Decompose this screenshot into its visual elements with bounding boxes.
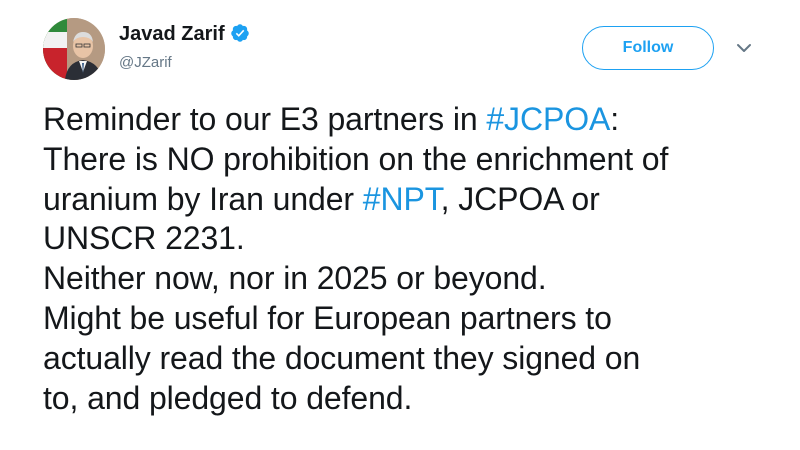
tweet-line: uranium by Iran under #NPT, JCPOA or — [43, 180, 783, 220]
tweet-text-span: uranium by Iran under — [43, 180, 363, 217]
tweet-line: actually read the document they signed o… — [43, 339, 783, 379]
tweet-text-span: to, and pledged to defend. — [43, 379, 413, 416]
follow-button[interactable]: Follow — [582, 26, 714, 70]
hashtag-link[interactable]: #NPT — [363, 181, 441, 217]
tweet-card: Javad Zarif @JZarif Follow Reminder to o… — [0, 0, 800, 450]
author-name-row[interactable]: Javad Zarif — [119, 22, 250, 46]
tweet-text: Reminder to our E3 partners in #JCPOA: Th… — [43, 100, 783, 418]
profile-photo — [43, 18, 105, 80]
chevron-down-icon[interactable] — [734, 40, 754, 56]
tweet-text-span: Might be useful for European partners to — [43, 299, 612, 336]
tweet-text-span: actually read the document they signed o… — [43, 339, 641, 376]
tweet-text-span: : — [610, 101, 620, 137]
tweet-text-span: Neither now, nor in 2025 or beyond. — [43, 260, 547, 297]
tweet-line: There is NO prohibition on the enrichmen… — [43, 140, 783, 180]
tweet-text-span: UNSCR 2231. — [43, 220, 245, 257]
tweet-text-span: There is NO prohibition on the enrichmen… — [43, 140, 669, 177]
author-handle[interactable]: @JZarif — [119, 54, 172, 72]
tweet-line: UNSCR 2231. — [43, 219, 783, 259]
author-display-name[interactable]: Javad Zarif — [119, 23, 225, 45]
verified-badge-icon — [230, 24, 249, 42]
tweet-line: Neither now, nor in 2025 or beyond. — [43, 259, 783, 299]
tweet-text-span: , JCPOA or — [440, 180, 600, 217]
tweet-line: Might be useful for European partners to — [43, 299, 783, 339]
avatar[interactable] — [43, 18, 105, 80]
tweet-line: to, and pledged to defend. — [43, 379, 783, 419]
tweet-text-span: Reminder to our E3 partners in — [43, 101, 487, 137]
hashtag-link[interactable]: #JCPOA — [486, 101, 610, 137]
tweet-line: Reminder to our E3 partners in #JCPOA: — [43, 100, 783, 140]
